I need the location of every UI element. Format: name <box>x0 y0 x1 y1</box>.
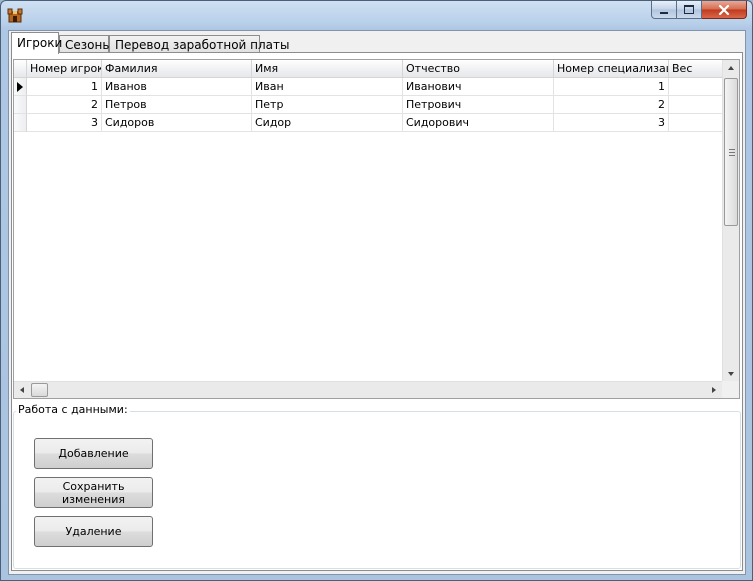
add-button[interactable]: Добавление <box>34 438 153 469</box>
cell-last-name[interactable]: Петров <box>102 96 252 114</box>
minimize-icon <box>660 11 668 14</box>
tab-players[interactable]: Игроки <box>11 32 63 54</box>
cell-first-name[interactable]: Иван <box>252 78 403 96</box>
vertical-scrollbar[interactable] <box>722 60 739 382</box>
cell-weight[interactable] <box>669 96 723 114</box>
caption-buttons <box>651 1 747 20</box>
players-grid[interactable]: Номер игрока Фамилия Имя Отчество Номер … <box>13 59 740 399</box>
scrollbar-corner <box>722 381 739 398</box>
cell-first-name[interactable]: Петр <box>252 96 403 114</box>
cell-patronymic[interactable]: Петрович <box>403 96 554 114</box>
scroll-left-icon[interactable] <box>20 387 24 393</box>
column-header-specialization[interactable]: Номер специализации <box>554 60 669 78</box>
cell-player-number[interactable]: 1 <box>27 78 102 96</box>
tab-seasons[interactable]: Сезоны <box>59 35 112 53</box>
tab-label: Сезоны <box>65 38 112 52</box>
cell-player-number[interactable]: 2 <box>27 96 102 114</box>
column-header-weight[interactable]: Вес <box>669 60 723 78</box>
close-icon <box>718 4 730 15</box>
castle-icon[interactable] <box>7 7 23 23</box>
close-button[interactable] <box>702 1 747 19</box>
column-header-last-name[interactable]: Фамилия <box>102 60 252 78</box>
table-row[interactable]: 2 Петров Петр Петрович 2 <box>14 96 723 114</box>
grid-header: Номер игрока Фамилия Имя Отчество Номер … <box>14 60 723 78</box>
vertical-scroll-thumb[interactable] <box>724 78 738 226</box>
grip-line <box>729 155 735 156</box>
row-header[interactable] <box>14 96 27 114</box>
grip-line <box>729 149 735 150</box>
cell-specialization[interactable]: 3 <box>554 114 669 132</box>
tab-salary-transfer[interactable]: Перевод заработной платы <box>109 35 290 53</box>
scroll-right-icon[interactable] <box>712 387 716 393</box>
cell-specialization[interactable]: 2 <box>554 96 669 114</box>
cell-weight[interactable] <box>669 78 723 96</box>
tab-label: Игроки <box>17 36 63 50</box>
group-title: Работа с данными: <box>16 403 130 416</box>
table-row[interactable]: 3 Сидоров Сидор Сидорович 3 <box>14 114 723 132</box>
column-header-patronymic[interactable]: Отчество <box>403 60 554 78</box>
row-header[interactable] <box>14 114 27 132</box>
cell-last-name[interactable]: Иванов <box>102 78 252 96</box>
minimize-button[interactable] <box>651 1 677 19</box>
cell-patronymic[interactable]: Сидорович <box>403 114 554 132</box>
app-window: Игроки Сезоны Перевод заработной платы Н… <box>0 0 753 581</box>
data-actions-group: Работа с данными: Добавление Сохранить и… <box>13 403 741 569</box>
cell-player-number[interactable]: 3 <box>27 114 102 132</box>
save-changes-button[interactable]: Сохранить изменения <box>34 477 153 508</box>
horizontal-scrollbar[interactable] <box>14 381 722 398</box>
maximize-button[interactable] <box>677 1 702 19</box>
maximize-icon <box>684 5 694 14</box>
table-row[interactable]: 1 Иванов Иван Иванович 1 <box>14 78 723 96</box>
horizontal-scroll-thumb[interactable] <box>31 383 48 397</box>
scroll-up-icon[interactable] <box>728 66 734 70</box>
cell-patronymic[interactable]: Иванович <box>403 78 554 96</box>
grid-corner-header[interactable] <box>14 60 27 78</box>
column-header-player-number[interactable]: Номер игрока <box>27 60 102 78</box>
row-header[interactable] <box>14 78 27 96</box>
tab-panel-players: Номер игрока Фамилия Имя Отчество Номер … <box>11 52 743 571</box>
cell-specialization[interactable]: 1 <box>554 78 669 96</box>
delete-button[interactable]: Удаление <box>34 516 153 547</box>
cell-last-name[interactable]: Сидоров <box>102 114 252 132</box>
tab-label: Перевод заработной платы <box>115 38 290 52</box>
current-row-icon <box>17 82 23 92</box>
client-area: Игроки Сезоны Перевод заработной платы Н… <box>8 30 746 575</box>
scroll-down-icon[interactable] <box>728 372 734 376</box>
grip-line <box>729 152 735 153</box>
cell-weight[interactable] <box>669 114 723 132</box>
column-header-first-name[interactable]: Имя <box>252 60 403 78</box>
cell-first-name[interactable]: Сидор <box>252 114 403 132</box>
